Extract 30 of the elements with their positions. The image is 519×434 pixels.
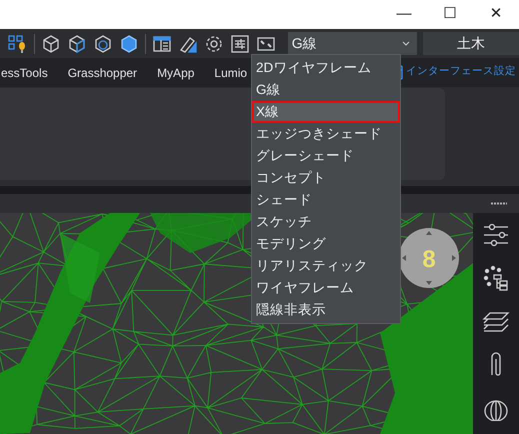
dropdown-option[interactable]: スケッチ xyxy=(252,211,400,233)
caret-icon xyxy=(400,38,411,48)
ribbon-tab[interactable]: Grasshopper xyxy=(68,64,138,82)
grip-icon[interactable] xyxy=(491,202,507,205)
dropdown-option[interactable]: グレーシェード xyxy=(252,145,400,167)
dropdown-option[interactable]: エッジつきシェード xyxy=(252,123,400,145)
ribbon-tab[interactable]: Lumio xyxy=(214,64,248,82)
sliders-icon[interactable] xyxy=(482,223,510,247)
shaded-cube-icon[interactable] xyxy=(118,34,139,54)
dropdown-option[interactable]: 隠線非表示 xyxy=(252,299,400,321)
dropdown-option[interactable]: 2Dワイヤフレーム xyxy=(252,57,400,79)
panel-list-icon[interactable] xyxy=(152,34,172,54)
cube-icon[interactable] xyxy=(40,34,61,54)
settings-icon[interactable] xyxy=(204,34,224,54)
dropdown-option[interactable]: X線 xyxy=(252,101,400,123)
sliders-icon[interactable] xyxy=(230,34,250,54)
ribbon-tab[interactable]: essTools xyxy=(1,64,48,82)
nav-wheel-label: 8 xyxy=(422,246,436,273)
dropdown-option[interactable]: コンセプト xyxy=(252,167,400,189)
dropdown-option[interactable]: シェード xyxy=(252,189,400,211)
view-style-dropdown[interactable]: G線 xyxy=(288,32,417,55)
dropdown-option[interactable]: G線 xyxy=(252,79,400,101)
dropdown-option[interactable]: リアリスティック xyxy=(252,255,400,277)
grid-bulb-icon[interactable] xyxy=(8,34,28,54)
dropdown-option[interactable]: ワイヤフレーム xyxy=(252,277,400,299)
ribbon-tab[interactable]: MyApp xyxy=(157,64,194,82)
dropdown-option[interactable]: モデリング xyxy=(252,233,400,255)
workspace-field[interactable]: 土木 xyxy=(422,32,519,55)
cube-icon[interactable] xyxy=(66,34,87,54)
tree-icon[interactable] xyxy=(482,265,510,291)
